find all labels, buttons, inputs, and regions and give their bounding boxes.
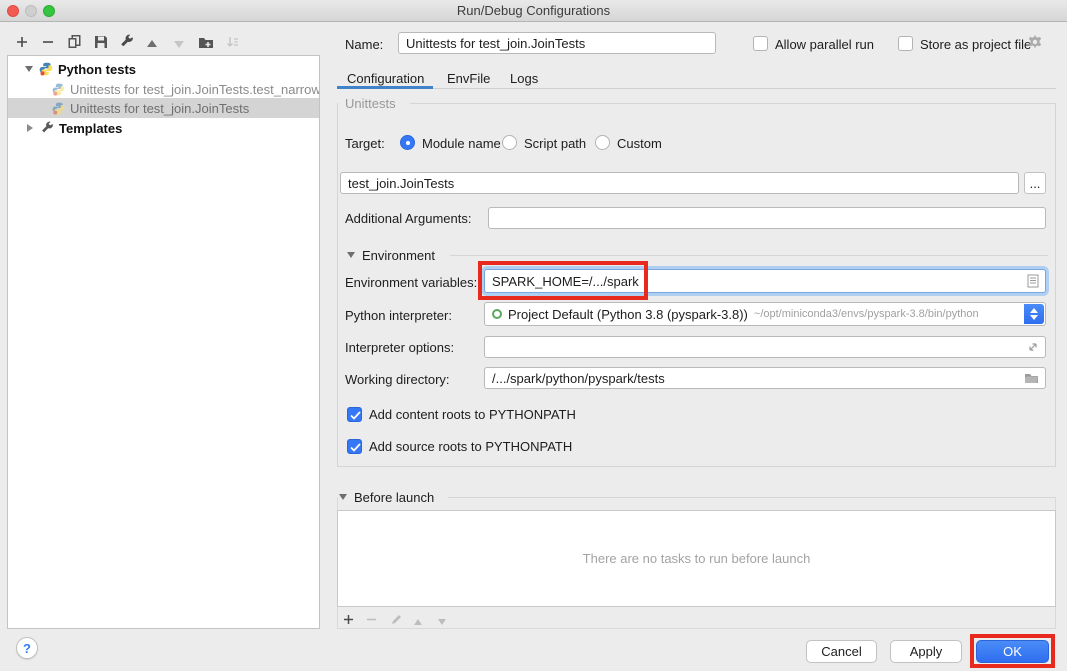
remove-icon[interactable] bbox=[39, 33, 56, 50]
tree-item-label: Unittests for test_join.JoinTests bbox=[70, 101, 249, 116]
title-bar: Run/Debug Configurations bbox=[0, 0, 1067, 22]
edit-task-pencil-icon bbox=[387, 611, 404, 628]
apply-button[interactable]: Apply bbox=[890, 640, 962, 663]
working-directory-input[interactable]: /.../spark/python/pyspark/tests bbox=[484, 367, 1046, 389]
tree-item-templates[interactable]: Templates bbox=[8, 118, 319, 138]
environment-variables-input[interactable]: SPARK_HOME=/.../spark bbox=[484, 269, 1046, 293]
store-as-project-file-label: Store as project file bbox=[920, 37, 1031, 52]
chevron-down-icon[interactable] bbox=[25, 66, 33, 72]
tab-logs[interactable]: Logs bbox=[510, 71, 538, 86]
radio-script-path-label[interactable]: Script path bbox=[524, 136, 586, 151]
environment-section-label[interactable]: Environment bbox=[362, 248, 435, 263]
add-source-roots-label[interactable]: Add source roots to PYTHONPATH bbox=[369, 439, 572, 454]
add-content-roots-label[interactable]: Add content roots to PYTHONPATH bbox=[369, 407, 576, 422]
tab-configuration[interactable]: Configuration bbox=[347, 71, 424, 86]
no-tasks-text: There are no tasks to run before launch bbox=[583, 551, 811, 566]
working-directory-label: Working directory: bbox=[345, 372, 450, 387]
add-content-roots-checkbox[interactable] bbox=[347, 407, 362, 422]
radio-script-path[interactable] bbox=[502, 135, 517, 150]
environment-divider bbox=[450, 255, 1048, 256]
interpreter-options-input[interactable] bbox=[484, 336, 1046, 358]
move-task-down-icon bbox=[433, 613, 450, 630]
store-options-gear-icon[interactable] bbox=[1026, 33, 1043, 50]
tree-item-unittest-jointests-selected[interactable]: Unittests for test_join.JoinTests bbox=[8, 98, 319, 118]
interpreter-path: ~/opt/miniconda3/envs/pyspark-3.8/bin/py… bbox=[754, 308, 979, 320]
select-spinner-icon[interactable] bbox=[1024, 304, 1044, 324]
tab-separator bbox=[337, 88, 1056, 89]
cancel-button[interactable]: Cancel bbox=[806, 640, 877, 663]
tree-item-label: Unittests for test_join.JoinTests.test_n… bbox=[70, 82, 319, 97]
before-launch-task-list: There are no tasks to run before launch bbox=[337, 510, 1056, 607]
allow-parallel-run-label: Allow parallel run bbox=[775, 37, 874, 52]
python-test-icon bbox=[52, 102, 65, 115]
add-icon[interactable] bbox=[13, 33, 30, 50]
conda-env-icon bbox=[492, 309, 502, 319]
tab-envfile[interactable]: EnvFile bbox=[447, 71, 490, 86]
save-icon[interactable] bbox=[92, 33, 109, 50]
expand-field-icon[interactable] bbox=[1027, 341, 1039, 353]
python-icon bbox=[39, 62, 53, 76]
templates-wrench-icon bbox=[40, 121, 54, 135]
module-name-input[interactable]: test_join.JoinTests bbox=[340, 172, 1019, 194]
browse-button[interactable]: ... bbox=[1024, 172, 1046, 194]
tree-item-label: Templates bbox=[59, 121, 122, 136]
radio-custom[interactable] bbox=[595, 135, 610, 150]
copy-icon[interactable] bbox=[66, 33, 83, 50]
active-tab-underline bbox=[337, 86, 433, 89]
tree-item-label: Python tests bbox=[58, 62, 136, 77]
add-task-icon[interactable] bbox=[340, 611, 357, 628]
name-input[interactable]: Unittests for test_join.JoinTests bbox=[398, 32, 716, 54]
store-as-project-file-checkbox[interactable] bbox=[898, 36, 913, 51]
target-label: Target: bbox=[345, 136, 385, 151]
add-source-roots-checkbox[interactable] bbox=[347, 439, 362, 454]
allow-parallel-run-checkbox[interactable] bbox=[753, 36, 768, 51]
new-folder-icon[interactable] bbox=[197, 33, 214, 50]
additional-arguments-input[interactable] bbox=[488, 207, 1046, 229]
ok-button[interactable]: OK bbox=[976, 640, 1049, 663]
environment-collapse-icon[interactable] bbox=[347, 252, 355, 258]
python-interpreter-select[interactable]: Project Default (Python 3.8 (pyspark-3.8… bbox=[484, 302, 1046, 326]
environment-variables-label: Environment variables: bbox=[345, 275, 477, 290]
configurations-tree: Python tests Unittests for test_join.Joi… bbox=[7, 55, 320, 629]
chevron-right-icon[interactable] bbox=[27, 124, 33, 132]
run-debug-configurations-dialog: Run/Debug Configurations Python tests bbox=[0, 0, 1067, 671]
tree-item-python-tests[interactable]: Python tests bbox=[8, 59, 319, 79]
radio-module-name[interactable] bbox=[400, 135, 415, 150]
window-title: Run/Debug Configurations bbox=[0, 3, 1067, 18]
python-interpreter-label: Python interpreter: bbox=[345, 308, 452, 323]
radio-module-name-label[interactable]: Module name bbox=[422, 136, 501, 151]
python-test-icon bbox=[52, 83, 65, 96]
help-button[interactable]: ? bbox=[16, 637, 38, 659]
folder-icon[interactable] bbox=[1024, 372, 1039, 384]
sort-alphabetically-icon bbox=[224, 33, 241, 50]
additional-arguments-label: Additional Arguments: bbox=[345, 211, 471, 226]
edit-templates-wrench-icon[interactable] bbox=[118, 33, 135, 50]
env-vars-editor-icon[interactable] bbox=[1027, 274, 1039, 288]
move-task-up-icon bbox=[409, 613, 426, 630]
name-label: Name: bbox=[345, 37, 383, 52]
interpreter-options-label: Interpreter options: bbox=[345, 340, 454, 355]
move-down-icon bbox=[170, 35, 187, 52]
radio-custom-label[interactable]: Custom bbox=[617, 136, 662, 151]
remove-task-icon bbox=[363, 611, 380, 628]
tree-item-unittest-narrow[interactable]: Unittests for test_join.JoinTests.test_n… bbox=[8, 79, 319, 99]
move-up-icon[interactable] bbox=[143, 35, 160, 52]
